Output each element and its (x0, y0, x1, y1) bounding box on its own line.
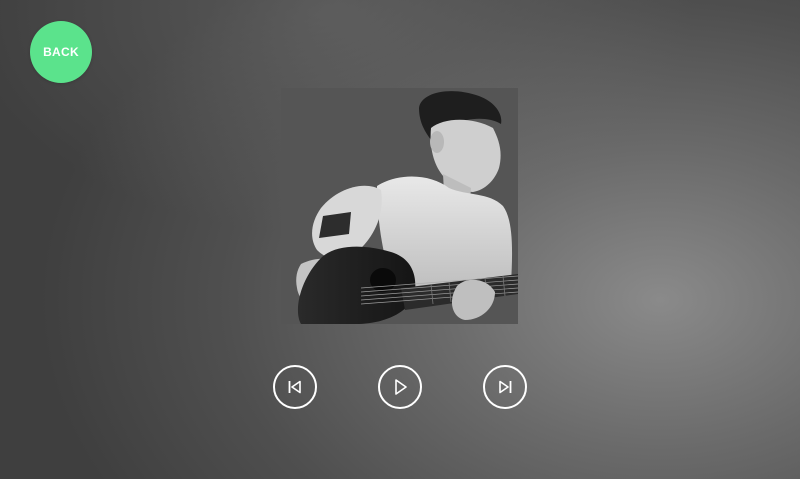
next-track-button[interactable] (483, 365, 527, 409)
play-icon (395, 379, 407, 395)
skip-next-icon (499, 380, 512, 394)
back-button-label: BACK (43, 45, 79, 59)
music-player-screen: BACK (0, 0, 800, 479)
back-button[interactable]: BACK (30, 21, 92, 83)
play-button[interactable] (378, 365, 422, 409)
skip-previous-icon (288, 380, 301, 394)
previous-track-button[interactable] (273, 365, 317, 409)
artist-photo (281, 88, 518, 324)
album-art (281, 88, 518, 324)
